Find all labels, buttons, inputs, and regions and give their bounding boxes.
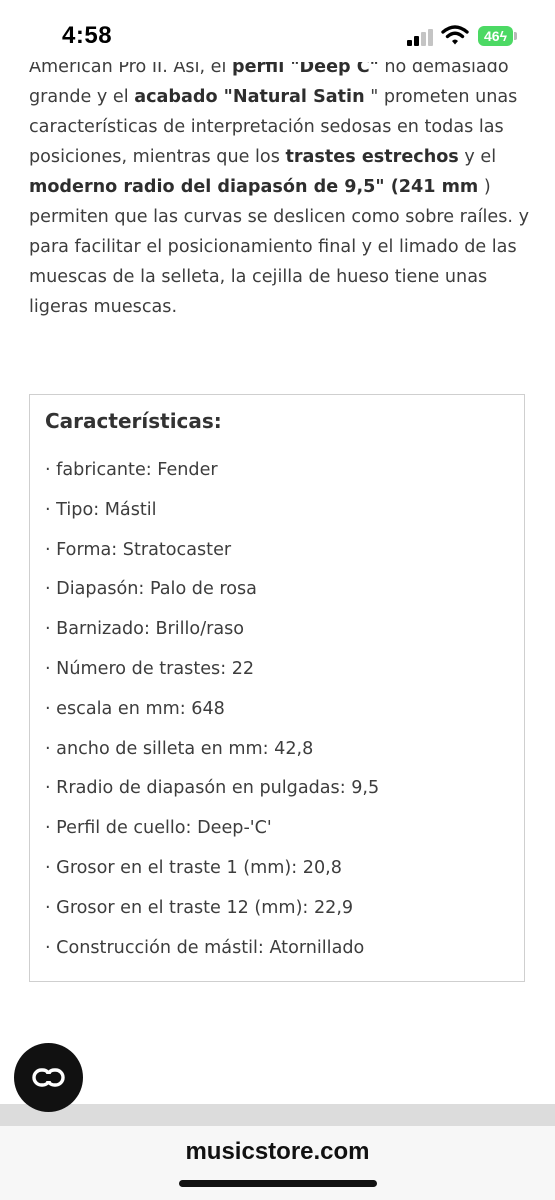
status-bar: 4:58 46ϟ (0, 0, 555, 62)
feature-item: · Grosor en el traste 12 (mm): 22,9 (45, 897, 354, 918)
article-text-span: y el (458, 147, 497, 167)
page-bottom-divider (0, 1104, 555, 1126)
battery-tip (514, 32, 517, 40)
features-title: Características: (45, 409, 222, 433)
url-text[interactable]: musicstore.com (0, 1138, 555, 1166)
article-text-span: ) permiten que las curvas se deslicen co… (29, 177, 530, 317)
feature-item: · ancho de silleta en mm: 42,8 (45, 738, 314, 759)
feature-item: · Rradio de diapasón en pulgadas: 9,5 (45, 778, 380, 799)
link-button[interactable] (14, 1043, 83, 1112)
battery-icon: 46ϟ (478, 26, 513, 46)
feature-item: · Diapasón: Palo de rosa (45, 579, 257, 600)
feature-item: · Construcción de mástil: Atornillado (45, 937, 365, 958)
feature-item: · Perfil de cuello: Deep-'C' (45, 818, 272, 839)
link-icon (32, 1068, 65, 1087)
charging-bolt-icon: ϟ (499, 28, 507, 44)
article-bold-span: trastes estrechos (285, 147, 459, 167)
browser-url-bar[interactable]: musicstore.com (0, 1126, 555, 1200)
article-bold-span: moderno radio del diapasón de 9,5" (241 … (29, 177, 479, 197)
feature-item: · Grosor en el traste 1 (mm): 20,8 (45, 857, 342, 878)
article-paragraph: American Pro II. Así, el perfil "Deep C"… (29, 52, 539, 322)
feature-item: · fabricante: Fender (45, 460, 218, 480)
article-text: American Pro II. Así, el perfil "Deep C"… (29, 52, 539, 322)
feature-item: · escala en mm: 648 (45, 698, 225, 719)
wifi-icon (441, 25, 469, 45)
features-box: Características: · fabricante: Fender · … (29, 394, 525, 982)
battery-level: 46 (484, 28, 500, 44)
status-time: 4:58 (62, 22, 113, 49)
feature-item: · Forma: Stratocaster (45, 539, 232, 560)
feature-item: · Tipo: Mástil (45, 499, 157, 520)
feature-item: · Barnizado: Brillo/raso (45, 619, 245, 640)
features-list: · fabricante: Fender · Tipo: Mástil · Fo… (45, 453, 379, 970)
feature-item: · Número de trastes: 22 (45, 658, 255, 679)
article-bold-span: acabado "Natural Satin (134, 87, 365, 107)
cellular-signal-icon (407, 29, 433, 46)
home-indicator[interactable] (179, 1180, 377, 1187)
article-text-span: grande y el (29, 87, 135, 107)
